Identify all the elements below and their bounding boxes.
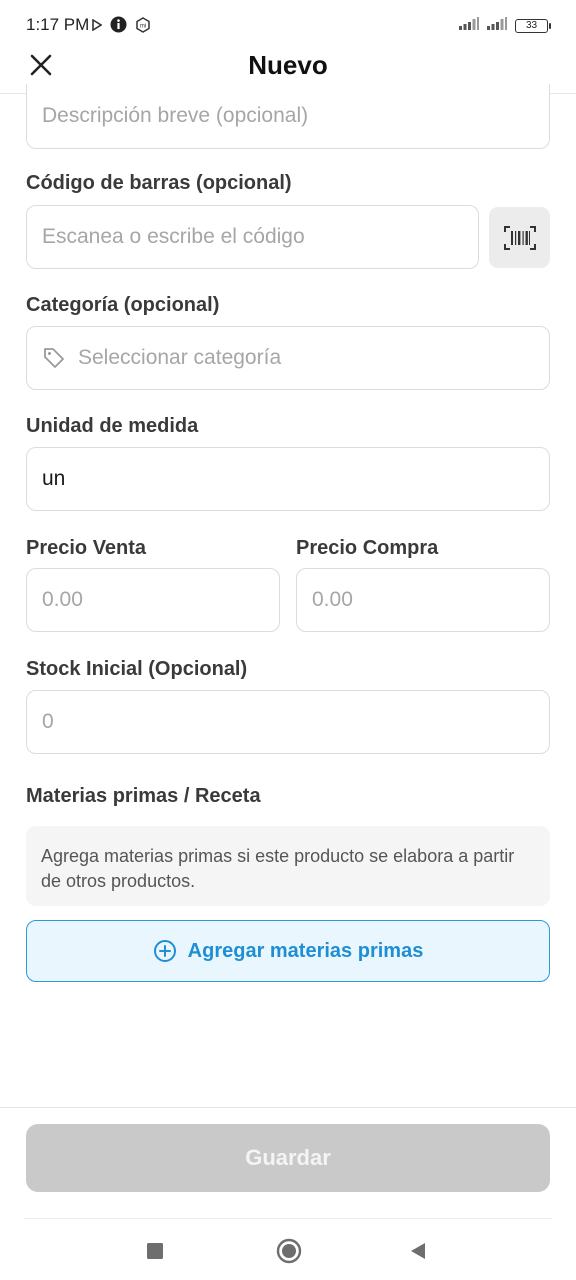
sale-price-input[interactable]: 0.00	[26, 568, 280, 632]
initial-stock-label: Stock Inicial (Opcional)	[26, 658, 248, 680]
nav-divider	[24, 1218, 552, 1219]
plus-circle-icon	[153, 940, 176, 962]
tag-icon	[44, 348, 64, 368]
home-button[interactable]	[276, 1238, 302, 1264]
category-select[interactable]: Seleccionar categoría	[26, 326, 550, 390]
footer-divider	[0, 1107, 576, 1108]
description-input[interactable]: Descripción breve (opcional)	[26, 84, 550, 149]
back-icon	[411, 1243, 425, 1259]
raw-materials-label: Materias primas / Receta	[26, 785, 261, 807]
purchase-price-label: Precio Compra	[296, 537, 439, 559]
play-indicator-icon	[92, 18, 103, 36]
description-placeholder: Descripción breve (opcional)	[42, 104, 309, 127]
signal-icon	[487, 17, 507, 35]
add-raw-materials-button[interactable]: Agregar materias primas	[26, 920, 550, 982]
battery-icon: 33	[515, 19, 551, 33]
unit-value: un	[42, 467, 66, 490]
unit-input[interactable]: un	[26, 447, 550, 511]
barcode-scan-icon	[503, 225, 536, 250]
sale-price-label: Precio Venta	[26, 537, 147, 559]
status-left-icons: mi	[92, 16, 151, 38]
home-icon	[276, 1238, 302, 1264]
barcode-input[interactable]: Escanea o escribe el código	[26, 205, 479, 269]
info-icon	[110, 16, 127, 38]
purchase-price-input[interactable]: 0.00	[296, 568, 550, 632]
scan-barcode-button[interactable]	[489, 207, 550, 268]
save-button[interactable]: Guardar	[26, 1124, 550, 1192]
save-button-label: Guardar	[245, 1145, 331, 1170]
system-nav-bar	[0, 1230, 576, 1270]
status-time: 1:17 PM	[26, 15, 90, 34]
unit-label: Unidad de medida	[26, 415, 199, 437]
category-label: Categoría (opcional)	[26, 294, 220, 316]
initial-stock-input[interactable]: 0	[26, 690, 550, 754]
mi-icon: mi	[135, 16, 151, 38]
raw-materials-info: Agrega materias primas si este producto …	[26, 826, 550, 906]
signal-icon	[459, 17, 479, 35]
category-placeholder: Seleccionar categoría	[78, 346, 282, 369]
status-right-icons: 33	[459, 17, 551, 35]
svg-text:mi: mi	[140, 23, 146, 29]
initial-stock-placeholder: 0	[42, 710, 54, 733]
purchase-price-placeholder: 0.00	[312, 588, 353, 611]
sale-price-placeholder: 0.00	[42, 588, 83, 611]
recent-apps-icon	[147, 1243, 163, 1259]
barcode-placeholder: Escanea o escribe el código	[42, 225, 305, 248]
status-bar: 1:17 PM mi 33	[0, 0, 576, 44]
back-button[interactable]	[405, 1238, 431, 1264]
recent-apps-button[interactable]	[142, 1238, 168, 1264]
page-title: Nuevo	[248, 50, 328, 80]
barcode-label: Código de barras (opcional)	[26, 172, 292, 194]
add-raw-materials-label: Agregar materias primas	[187, 939, 424, 962]
